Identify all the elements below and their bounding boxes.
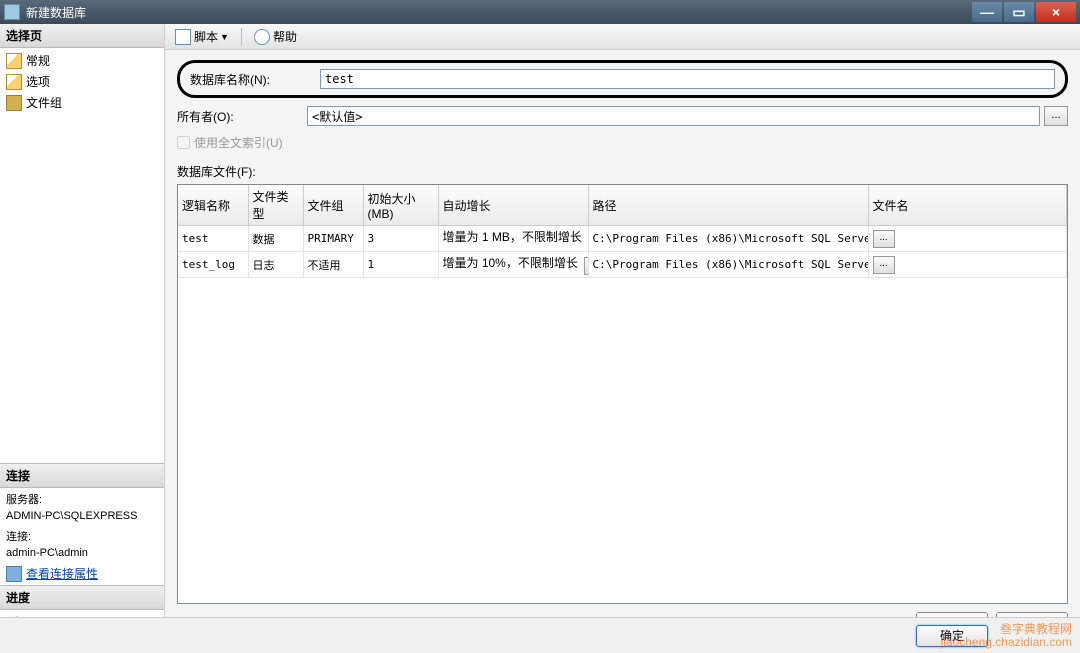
sidebar-header-connection: 连接 — [0, 463, 164, 488]
minimize-button[interactable]: — — [972, 2, 1002, 22]
cell-path[interactable]: C:\Program Files (x86)\Microsoft SQL Ser… — [588, 252, 868, 278]
help-button[interactable]: 帮助 — [250, 26, 301, 47]
connection-value: admin-PC\admin — [0, 544, 164, 562]
db-name-input[interactable] — [320, 69, 1055, 89]
sidebar-item-label: 文件组 — [26, 94, 62, 111]
cell-type[interactable]: 数据 — [248, 226, 303, 252]
col-path[interactable]: 路径 — [588, 185, 868, 226]
table-row[interactable]: test 数据 PRIMARY 3 增量为 1 MB，不限制增长 ... C:\… — [178, 226, 1067, 252]
cell-logical[interactable]: test_log — [178, 252, 248, 278]
cell-group[interactable]: 不适用 — [303, 252, 363, 278]
cell-filename[interactable]: ... — [868, 226, 1067, 252]
col-filename[interactable]: 文件名 — [868, 185, 1067, 226]
view-connection-properties-link[interactable]: 查看连接属性 — [0, 562, 164, 585]
link-label: 查看连接属性 — [26, 565, 98, 582]
db-name-highlight: 数据库名称(N): — [177, 60, 1068, 98]
cell-growth[interactable]: 增量为 10%，不限制增长 ... — [438, 252, 588, 278]
cell-group[interactable]: PRIMARY — [303, 226, 363, 252]
window-title: 新建数据库 — [26, 4, 972, 21]
script-icon — [175, 29, 191, 45]
titlebar: 新建数据库 — ▭ × — [0, 0, 1080, 24]
owner-browse-button[interactable]: ... — [1044, 106, 1068, 126]
sidebar-item-label: 常规 — [26, 52, 50, 69]
table-row[interactable]: test_log 日志 不适用 1 增量为 10%，不限制增长 ... C:\P… — [178, 252, 1067, 278]
server-label: 服务器: — [0, 488, 164, 507]
sidebar-item-filegroups[interactable]: 文件组 — [0, 92, 164, 113]
grid-header-row: 逻辑名称 文件类型 文件组 初始大小(MB) 自动增长 路径 文件名 — [178, 185, 1067, 226]
sidebar-header-select-page: 选择页 — [0, 24, 164, 48]
script-button[interactable]: 脚本 ▼ — [171, 26, 233, 47]
page-icon — [6, 74, 22, 90]
sidebar-item-label: 选项 — [26, 73, 50, 90]
help-label: 帮助 — [273, 28, 297, 45]
col-growth[interactable]: 自动增长 — [438, 185, 588, 226]
owner-input[interactable] — [307, 106, 1040, 126]
col-logical[interactable]: 逻辑名称 — [178, 185, 248, 226]
dialog-footer: 确定 取消 — [0, 617, 1080, 653]
cell-growth[interactable]: 增量为 1 MB，不限制增长 ... — [438, 226, 588, 252]
db-name-label: 数据库名称(N): — [190, 71, 320, 88]
fulltext-checkbox — [177, 136, 190, 149]
col-group[interactable]: 文件组 — [303, 185, 363, 226]
app-icon — [4, 4, 20, 20]
fulltext-label: 使用全文索引(U) — [194, 134, 283, 151]
main-panel: 脚本 ▼ 帮助 数据库名称(N): 所有者(O): ... — [165, 24, 1080, 642]
sidebar-item-general[interactable]: 常规 — [0, 50, 164, 71]
sidebar-item-options[interactable]: 选项 — [0, 71, 164, 92]
cell-size[interactable]: 1 — [363, 252, 438, 278]
col-size[interactable]: 初始大小(MB) — [363, 185, 438, 226]
properties-icon — [6, 566, 22, 582]
cell-size[interactable]: 3 — [363, 226, 438, 252]
fulltext-row: 使用全文索引(U) — [177, 134, 1068, 151]
cell-type[interactable]: 日志 — [248, 252, 303, 278]
close-button[interactable]: × — [1036, 2, 1076, 22]
sidebar-header-progress: 进度 — [0, 585, 164, 610]
window-controls: — ▭ × — [972, 2, 1076, 22]
dropdown-icon: ▼ — [220, 32, 229, 42]
ok-button[interactable]: 确定 — [916, 625, 988, 647]
sidebar: 选择页 常规 选项 文件组 连接 服务器: ADMIN-PC\SQLEXPRES… — [0, 24, 165, 642]
server-value: ADMIN-PC\SQLEXPRESS — [0, 507, 164, 525]
path-edit-button[interactable]: ... — [873, 256, 895, 274]
cell-filename[interactable]: ... — [868, 252, 1067, 278]
cube-icon — [6, 95, 22, 111]
script-label: 脚本 — [194, 28, 218, 45]
cell-logical[interactable]: test — [178, 226, 248, 252]
toolbar: 脚本 ▼ 帮助 — [165, 24, 1080, 50]
cell-path[interactable]: C:\Program Files (x86)\Microsoft SQL Ser… — [588, 226, 868, 252]
maximize-button[interactable]: ▭ — [1004, 2, 1034, 22]
path-edit-button[interactable]: ... — [873, 230, 895, 248]
files-section-label: 数据库文件(F): — [177, 163, 1068, 180]
col-type[interactable]: 文件类型 — [248, 185, 303, 226]
toolbar-separator — [241, 28, 242, 46]
growth-edit-button[interactable]: ... — [584, 257, 588, 275]
connection-label: 连接: — [0, 525, 164, 544]
page-icon — [6, 53, 22, 69]
files-grid[interactable]: 逻辑名称 文件类型 文件组 初始大小(MB) 自动增长 路径 文件名 test — [177, 184, 1068, 604]
owner-label: 所有者(O): — [177, 108, 307, 125]
help-icon — [254, 29, 270, 45]
